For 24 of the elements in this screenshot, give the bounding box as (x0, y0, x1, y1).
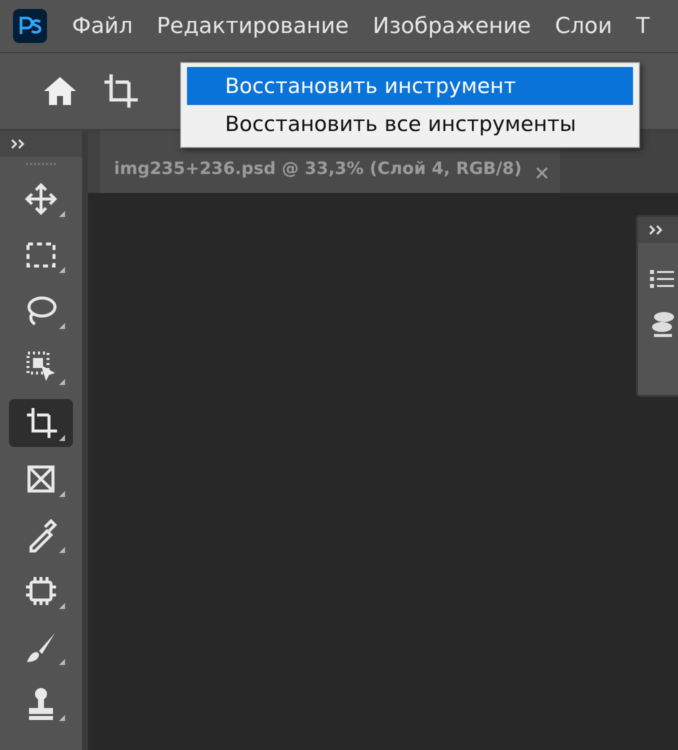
corner-triangle-icon (59, 323, 65, 329)
corner-triangle-icon (59, 267, 65, 273)
menu-item[interactable]: Изображение (372, 14, 531, 38)
corner-triangle-icon (59, 435, 65, 441)
menu-item[interactable]: Файл (72, 14, 133, 38)
corner-triangle-icon (59, 211, 65, 217)
app-logo (12, 8, 48, 44)
corner-triangle-icon (59, 659, 65, 665)
document-title: img235+236.psd @ 33,3% (Слой 4, RGB/8) (114, 159, 522, 179)
corner-triangle-icon (59, 603, 65, 609)
menu-option[interactable]: Восстановить инструмент (187, 67, 633, 105)
menu-item[interactable]: Т (636, 14, 650, 38)
list-icon[interactable] (650, 269, 674, 289)
tool-button[interactable] (9, 399, 73, 447)
home-icon[interactable] (42, 75, 78, 107)
corner-triangle-icon (59, 547, 65, 553)
layers-icon[interactable] (650, 311, 674, 337)
close-icon[interactable] (536, 167, 548, 179)
menu-item[interactable]: Слои (554, 14, 612, 38)
menu-item[interactable]: Редактирование (156, 14, 349, 38)
corner-triangle-icon (59, 715, 65, 721)
move-icon (23, 181, 59, 217)
corner-triangle-icon (59, 491, 65, 497)
corner-triangle-icon (59, 379, 65, 385)
